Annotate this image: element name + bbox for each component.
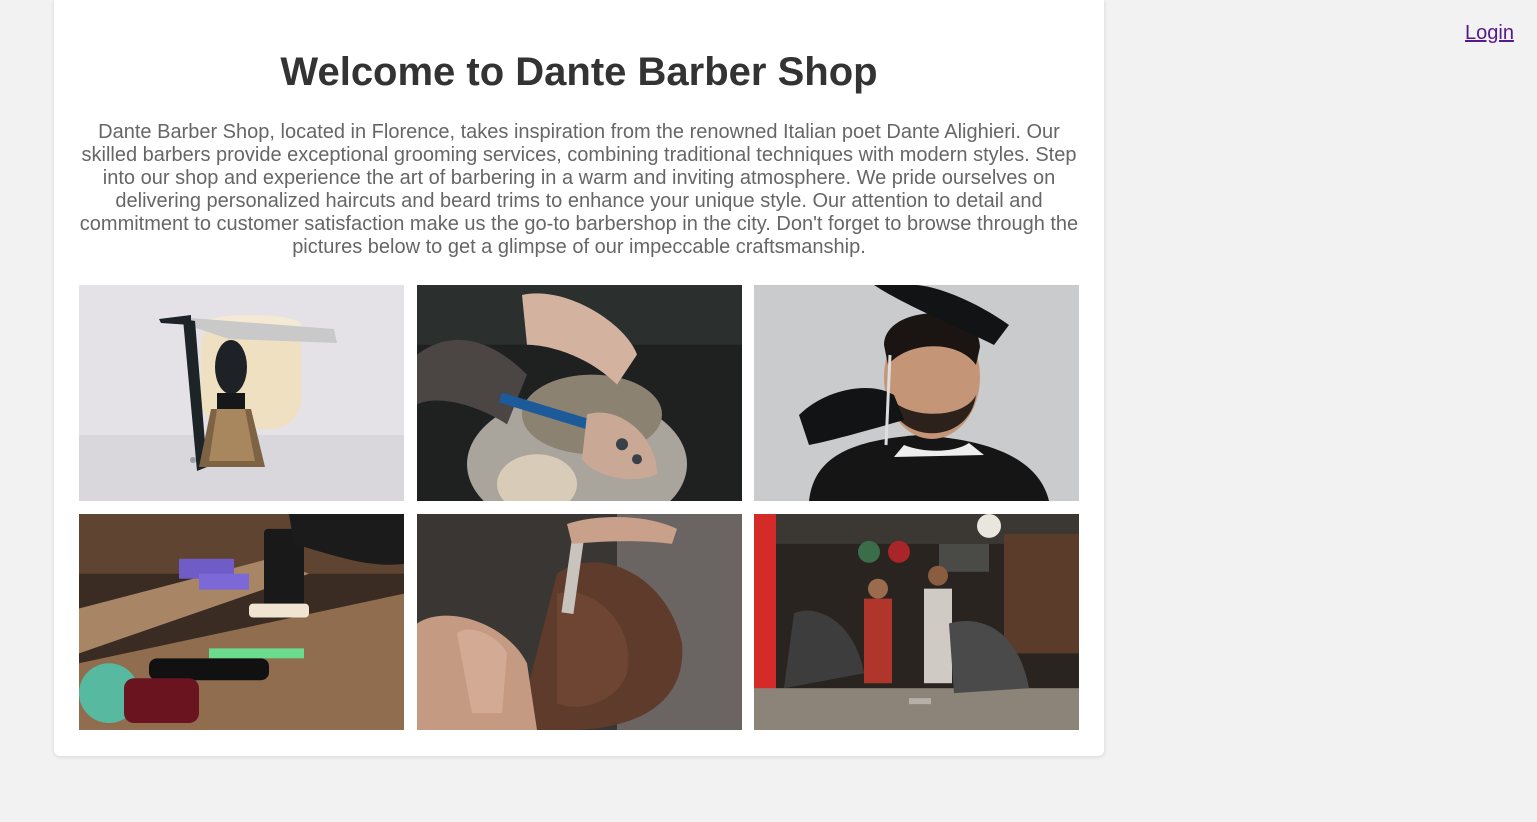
- gallery-photo-razor-brush: [79, 285, 404, 501]
- gallery-photo-haircut-comb: [417, 285, 742, 502]
- gallery-photo-beard-trim: [754, 285, 1079, 501]
- intro-paragraph: Dante Barber Shop, located in Florence, …: [79, 121, 1079, 258]
- welcome-card: Welcome to Dante Barber Shop Dante Barbe…: [54, 0, 1104, 756]
- photo-gallery: [79, 285, 1079, 731]
- login-link[interactable]: Login: [1465, 21, 1514, 45]
- page-title: Welcome to Dante Barber Shop: [280, 50, 878, 94]
- gallery-photo-barbershop-interior: [754, 514, 1079, 731]
- gallery-photo-beard-shave: [417, 514, 742, 731]
- gallery-photo-barber-tools: [79, 514, 404, 731]
